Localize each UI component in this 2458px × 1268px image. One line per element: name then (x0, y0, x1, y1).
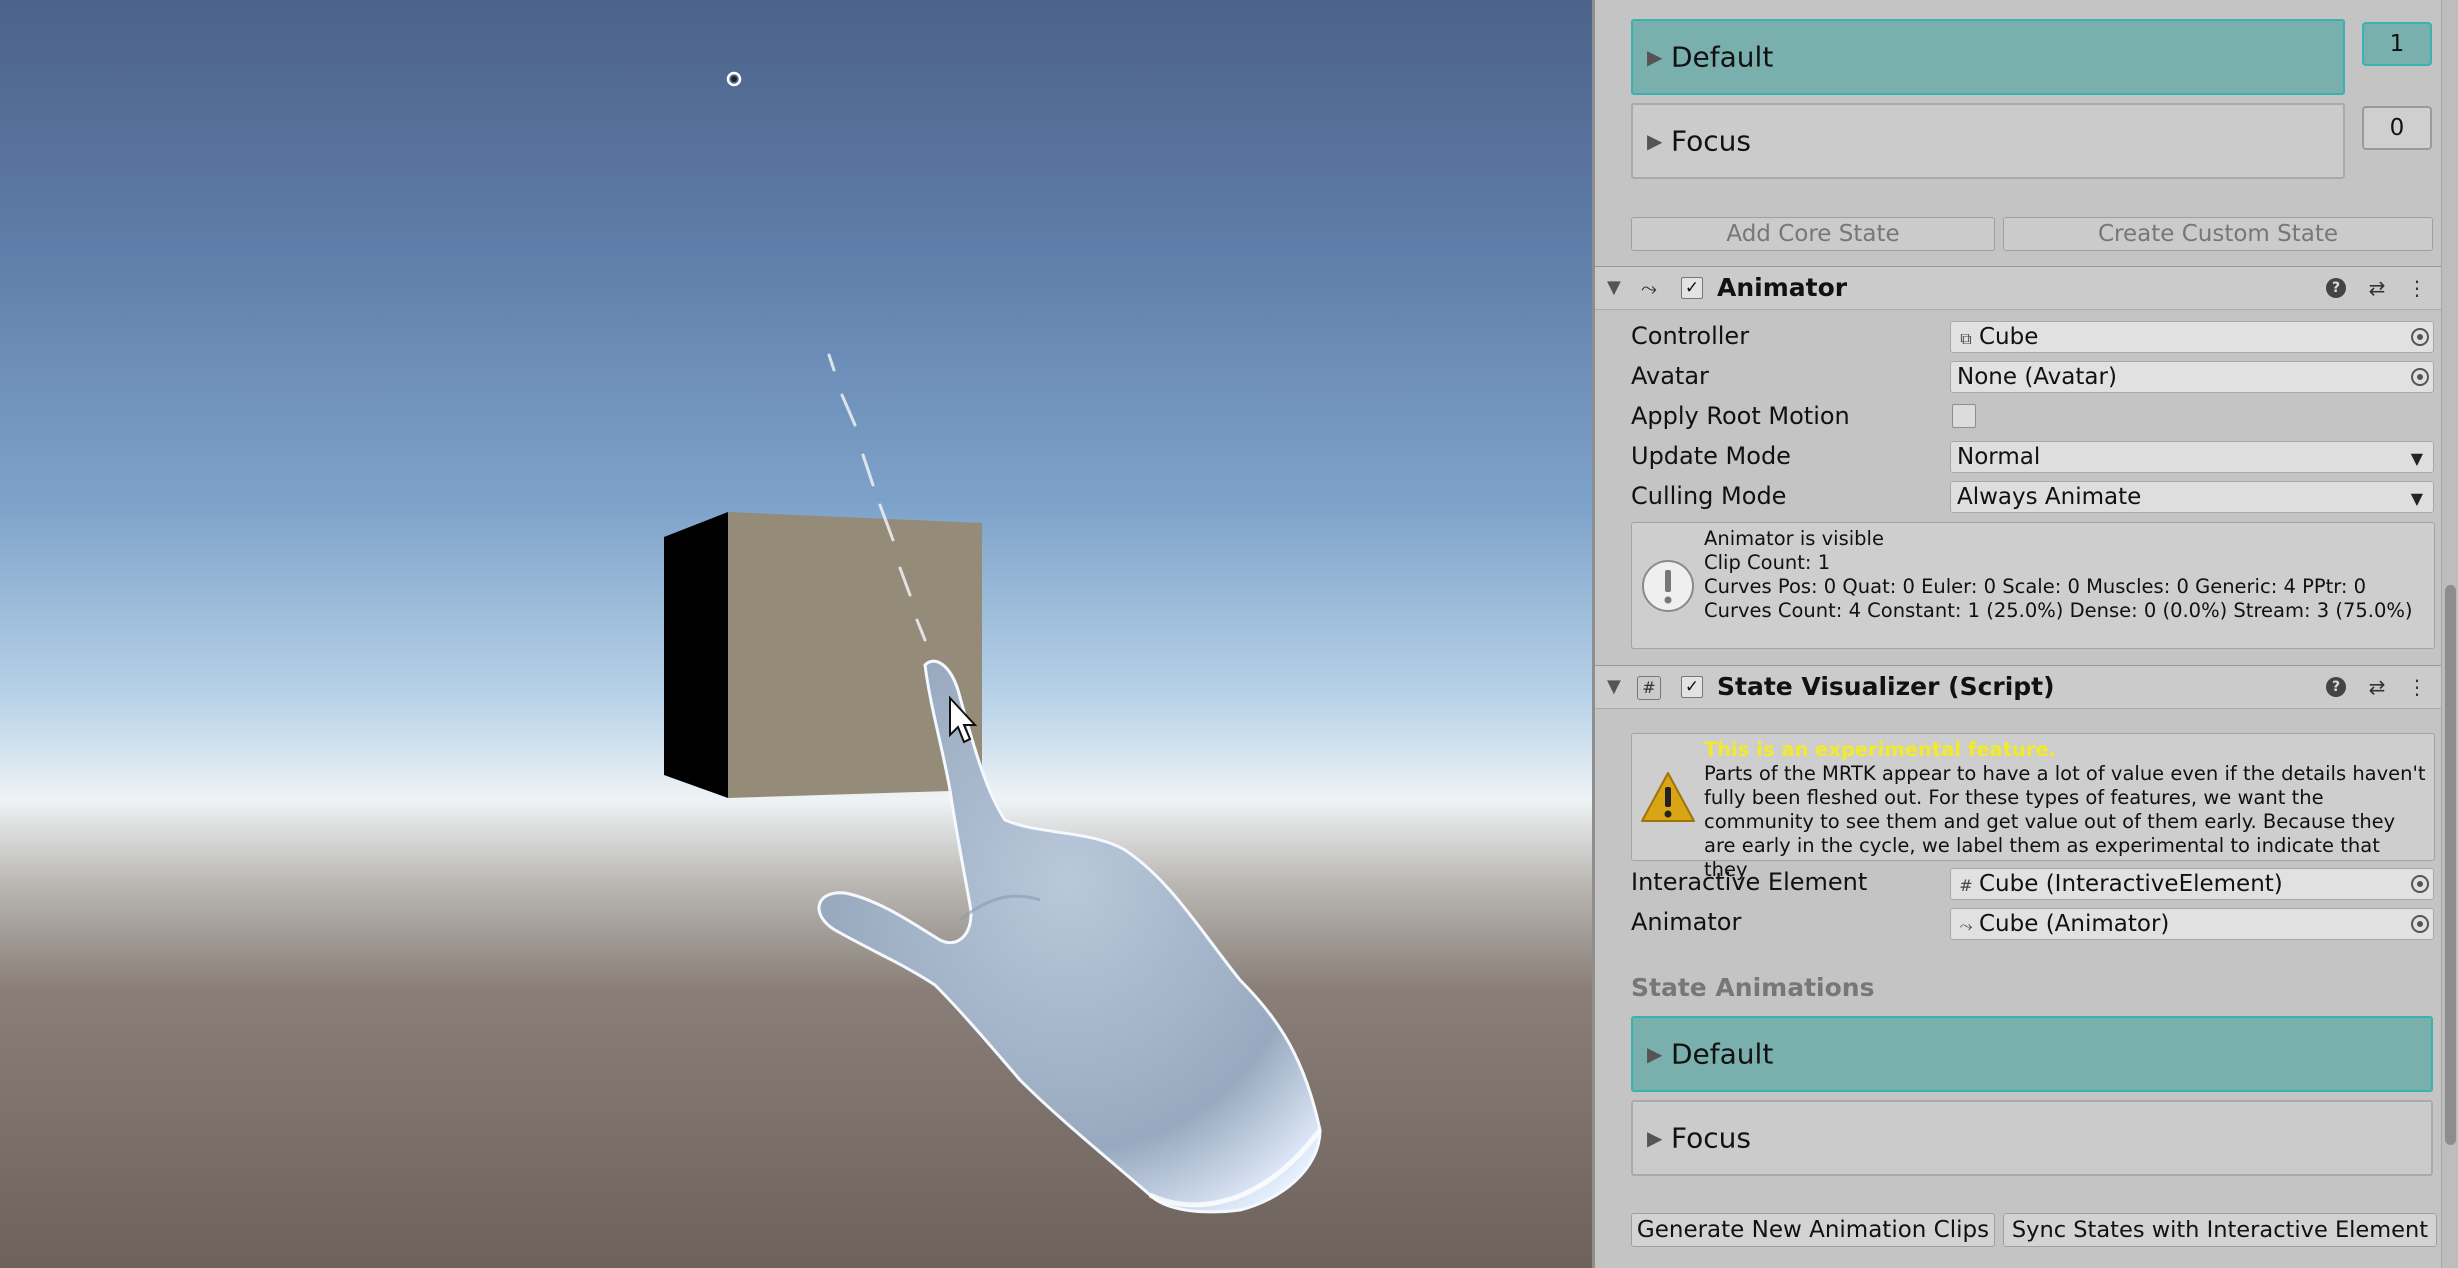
experimental-warning-box: This is an experimental feature. Parts o… (1631, 733, 2435, 881)
info-line: Clip Count: 1 (1704, 551, 1831, 574)
animator-icon: ⤳ (1641, 276, 1657, 300)
help-icon[interactable]: ? (2326, 677, 2346, 697)
context-menu-icon[interactable]: ⋮ (2405, 675, 2429, 699)
scrollbar-thumb[interactable] (2445, 585, 2456, 1145)
object-picker-icon[interactable] (2411, 368, 2429, 386)
culling-mode-label: Culling Mode (1631, 482, 1787, 510)
expand-arrow-icon[interactable]: ▶ (1647, 45, 1662, 69)
avatar-label: Avatar (1631, 362, 1709, 390)
update-mode-value: Normal (1957, 444, 2041, 470)
cube-object[interactable] (664, 512, 982, 798)
animation-state-default-row[interactable]: ▶ Default (1631, 1016, 2433, 1092)
state-focus-count[interactable]: 0 (2362, 106, 2432, 150)
interactive-element-field[interactable]: # Cube (InteractiveElement) (1950, 868, 2434, 900)
apply-root-motion-checkbox[interactable] (1952, 404, 1976, 428)
script-icon: # (1959, 876, 1973, 895)
component-title: State Visualizer (Script) (1717, 672, 2055, 701)
generate-animation-clips-button[interactable]: Generate New Animation Clips (1631, 1213, 1995, 1247)
help-icon[interactable]: ? (2326, 278, 2346, 298)
preset-sliders-icon[interactable]: ⇄ (2365, 675, 2389, 699)
animator-icon: ⤳ (1959, 916, 1973, 935)
interactive-element-label: Interactive Element (1631, 868, 1868, 896)
object-picker-icon[interactable] (2411, 875, 2429, 893)
info-line: Animator is visible (1704, 527, 1884, 550)
controller-value: Cube (1979, 324, 2039, 350)
controller-field[interactable]: ⧉ Cube (1950, 321, 2434, 353)
inspector-scrollbar[interactable] (2441, 0, 2458, 1268)
warning-line: community to see them and get value out … (1704, 810, 2396, 833)
animator-component-header[interactable]: ▼ ⤳ ✓ Animator ? ⇄ ⋮ (1595, 266, 2458, 310)
object-picker-icon[interactable] (2411, 328, 2429, 346)
expand-arrow-icon[interactable]: ▶ (1647, 1042, 1662, 1066)
animation-state-label: Default (1671, 1037, 1774, 1071)
expand-arrow-icon[interactable]: ▶ (1647, 1126, 1662, 1150)
animator-controller-icon: ⧉ (1960, 329, 1972, 348)
state-label: Focus (1671, 124, 1751, 158)
state-visualizer-component-header[interactable]: ▼ # ✓ State Visualizer (Script) ? ⇄ ⋮ (1595, 665, 2458, 709)
update-mode-dropdown[interactable]: Normal ▼ (1950, 441, 2434, 473)
apply-root-motion-label: Apply Root Motion (1631, 402, 1850, 430)
warning-triangle-icon (1641, 772, 1695, 822)
warning-title: This is an experimental feature. (1704, 738, 2057, 761)
gaze-cursor-icon (726, 71, 742, 87)
info-exclamation-icon (1642, 559, 1694, 612)
info-line: Curves Count: 4 Constant: 1 (25.0%) Dens… (1704, 599, 2413, 622)
state-default-count[interactable]: 1 (2362, 22, 2432, 66)
state-animations-title: State Animations (1631, 973, 1875, 1002)
warning-line: fully been fleshed out. For these types … (1704, 786, 2324, 809)
foldout-arrow-icon[interactable]: ▼ (1607, 277, 1621, 298)
expand-arrow-icon[interactable]: ▶ (1647, 129, 1662, 153)
animator-reference-field[interactable]: ⤳ Cube (Animator) (1950, 908, 2434, 940)
scene-canvas (664, 71, 1322, 1214)
create-custom-state-button[interactable]: Create Custom State (2003, 217, 2433, 251)
animation-state-label: Focus (1671, 1121, 1751, 1155)
dropdown-caret-icon: ▼ (2410, 489, 2423, 508)
animator-reference-value: Cube (Animator) (1979, 911, 2170, 937)
panel-splitter[interactable] (1592, 0, 1595, 1268)
animator-enabled-checkbox[interactable]: ✓ (1681, 277, 1703, 299)
controller-label: Controller (1631, 322, 1750, 350)
avatar-value: None (Avatar) (1957, 364, 2117, 390)
foldout-arrow-icon[interactable]: ▼ (1607, 676, 1621, 697)
sync-states-button[interactable]: Sync States with Interactive Element (2003, 1213, 2437, 1247)
culling-mode-value: Always Animate (1957, 484, 2142, 510)
script-icon: # (1637, 676, 1661, 700)
update-mode-label: Update Mode (1631, 442, 1791, 470)
inspector-panel: ▶ Default 1 ▶ Focus 0 Add Core State Cre… (1592, 0, 2458, 1268)
animator-field-label: Animator (1631, 908, 1742, 936)
info-line: Curves Pos: 0 Quat: 0 Euler: 0 Scale: 0 … (1704, 575, 2367, 598)
preset-sliders-icon[interactable]: ⇄ (2365, 276, 2389, 300)
state-label: Default (1671, 40, 1774, 74)
object-picker-icon[interactable] (2411, 915, 2429, 933)
warning-line: Parts of the MRTK appear to have a lot o… (1704, 762, 2426, 785)
scene-view[interactable] (0, 0, 1592, 1268)
animation-state-focus-row[interactable]: ▶ Focus (1631, 1100, 2433, 1176)
interactive-element-value: Cube (InteractiveElement) (1979, 871, 2283, 897)
component-title: Animator (1717, 273, 1848, 302)
culling-mode-dropdown[interactable]: Always Animate ▼ (1950, 481, 2434, 513)
avatar-field[interactable]: None (Avatar) (1950, 361, 2434, 393)
state-visualizer-enabled-checkbox[interactable]: ✓ (1681, 676, 1703, 698)
dropdown-caret-icon: ▼ (2410, 449, 2423, 468)
state-default-row[interactable]: ▶ Default (1631, 19, 2345, 95)
context-menu-icon[interactable]: ⋮ (2405, 276, 2429, 300)
add-core-state-button[interactable]: Add Core State (1631, 217, 1995, 251)
animator-info-box: Animator is visible Clip Count: 1 Curves… (1631, 522, 2435, 649)
state-focus-row[interactable]: ▶ Focus (1631, 103, 2345, 179)
